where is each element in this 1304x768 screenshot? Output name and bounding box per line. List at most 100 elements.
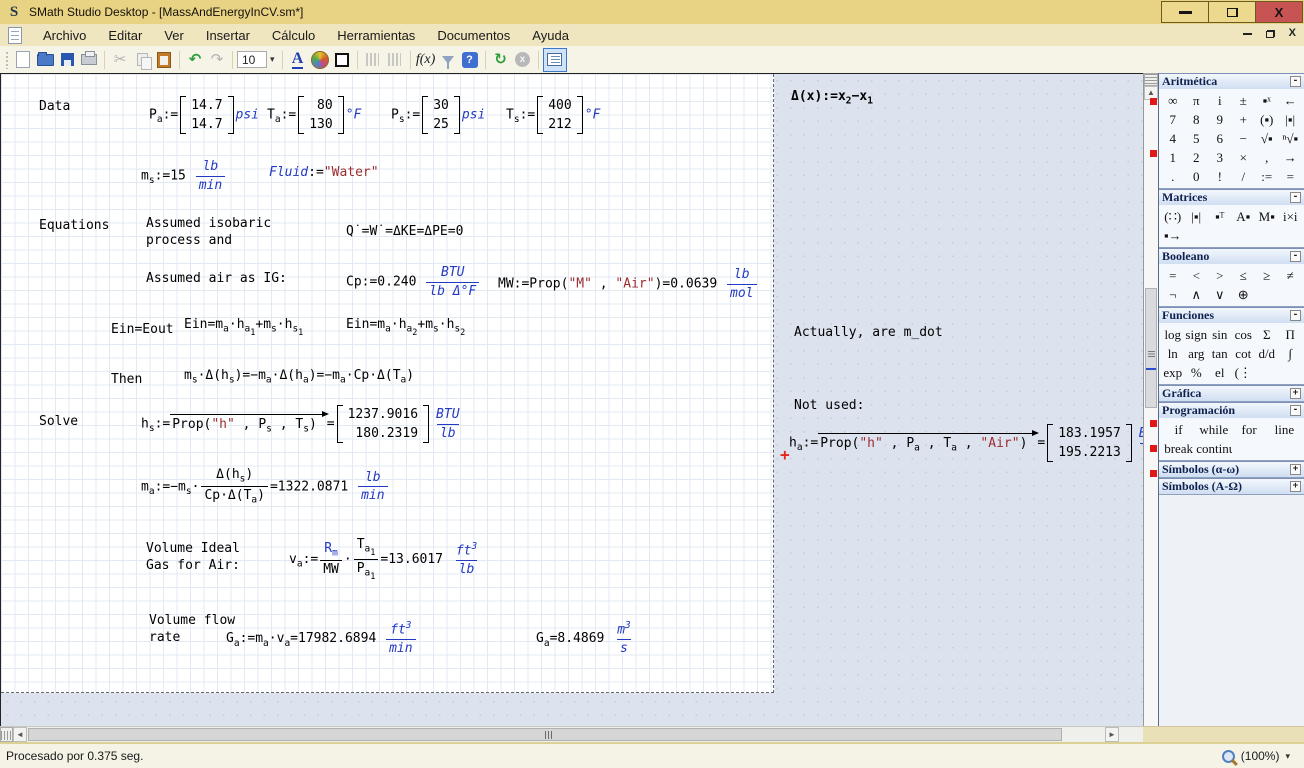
collapse-toggle[interactable]: - — [1290, 405, 1301, 416]
unit-filter-button[interactable] — [437, 49, 459, 71]
scroll-right-button[interactable]: ► — [1105, 727, 1119, 742]
palette-button[interactable]: continue — [1196, 439, 1231, 458]
formula-ga-si[interactable]: Ga=8.4869 m3s — [536, 620, 636, 657]
palette-button[interactable]: . — [1161, 167, 1185, 186]
palette-button[interactable]: ← — [1279, 91, 1303, 110]
text-actually[interactable]: Actually, are m_dot — [794, 324, 943, 342]
text-volume-flow-2[interactable]: rate — [149, 629, 180, 647]
panel-header-symbols-lower[interactable]: Símbolos (α-ω) + — [1159, 461, 1304, 477]
palette-button[interactable]: ± — [1232, 91, 1256, 110]
formula-Ts[interactable]: Ts:=400212°F — [506, 96, 600, 134]
formula-ein-1[interactable]: Ein=ma·ha1+ms·hs1 — [184, 316, 303, 339]
palette-button[interactable]: i — [1208, 91, 1232, 110]
menu-item[interactable]: Herramientas — [326, 26, 426, 45]
expand-toggle[interactable]: + — [1290, 464, 1301, 475]
toggle-panels-button[interactable] — [543, 48, 567, 72]
save-button[interactable] — [56, 49, 78, 71]
menu-item[interactable]: Insertar — [195, 26, 261, 45]
redo-button[interactable]: ↷ — [206, 49, 228, 71]
palette-button[interactable]: line — [1267, 420, 1302, 439]
menu-item[interactable]: Cálculo — [261, 26, 326, 45]
palette-button[interactable]: − — [1232, 129, 1256, 148]
palette-button[interactable]: break — [1161, 439, 1196, 458]
palette-button[interactable]: = — [1161, 266, 1185, 285]
vertical-scroll-thumb[interactable] — [1145, 288, 1157, 408]
formula-delta-def[interactable]: Δ(x):=x2−x1 — [791, 88, 873, 108]
print-button[interactable] — [78, 49, 100, 71]
worksheet-canvas[interactable]: + DataPa:=14.714.7psiTa:=80130°FPs:=3025… — [0, 73, 1143, 726]
palette-button[interactable]: tan — [1208, 344, 1232, 363]
palette-button[interactable]: ⊕ — [1232, 285, 1256, 304]
palette-button[interactable]: A▪ — [1232, 207, 1256, 226]
open-button[interactable] — [34, 49, 56, 71]
align-horizontal-button[interactable] — [362, 49, 384, 71]
panel-header-symbols-upper[interactable]: Símbolos (A-Ω) + — [1159, 478, 1304, 494]
reference-button[interactable]: ? — [459, 49, 481, 71]
copy-button[interactable] — [131, 49, 153, 71]
palette-button[interactable]: 9 — [1208, 110, 1232, 129]
formula-then[interactable]: ms·Δ(hs)=−ma·Δ(ha)=−ma·Cp·Δ(Ta) — [184, 367, 414, 387]
palette-button[interactable]: while — [1196, 420, 1231, 439]
cut-button[interactable]: ✂ — [109, 49, 131, 71]
panel-header-arithmetic[interactable]: Aritmética - — [1159, 73, 1304, 89]
menu-item[interactable]: Documentos — [426, 26, 521, 45]
formula-mw[interactable]: MW:=Prop("M" , "Air")=0.0639 lbmol — [498, 266, 759, 302]
palette-button[interactable]: := — [1255, 167, 1279, 186]
text-not-used[interactable]: Not used: — [794, 397, 864, 415]
palette-button[interactable]: ▪ˣ — [1255, 91, 1279, 110]
text-then[interactable]: Then — [111, 371, 142, 389]
palette-button[interactable]: → — [1279, 148, 1303, 167]
mdi-restore-icon[interactable] — [1266, 30, 1275, 38]
palette-button[interactable]: ∨ — [1208, 285, 1232, 304]
palette-button[interactable]: ∞ — [1161, 91, 1185, 110]
function-button[interactable]: f(x) — [415, 49, 437, 71]
formula-ein-2[interactable]: Ein=ma·ha2+ms·hs2 — [346, 316, 465, 339]
formula-ga[interactable]: Ga:=ma·va=17982.6894 ft3min — [226, 620, 418, 657]
collapse-toggle[interactable]: - — [1290, 192, 1301, 203]
palette-button[interactable]: ∫ — [1279, 344, 1303, 363]
palette-button[interactable]: 2 — [1185, 148, 1209, 167]
palette-button[interactable]: log — [1161, 325, 1185, 344]
palette-button[interactable]: > — [1208, 266, 1232, 285]
formula-Ps[interactable]: Ps:=3025psi — [391, 96, 485, 134]
formula-ma[interactable]: ma:=−ms·Δ(hs)Cp·Δ(Ta)=1322.0871 lbmin — [141, 466, 390, 508]
palette-button[interactable]: ▪ᵀ — [1208, 207, 1232, 226]
label-solve[interactable]: Solve — [39, 413, 78, 431]
palette-button[interactable]: i×i — [1279, 207, 1303, 226]
palette-button[interactable]: arg — [1185, 344, 1209, 363]
restore-button[interactable] — [1208, 1, 1256, 23]
zoom-caret-icon[interactable]: ▾ — [1285, 751, 1290, 762]
palette-button[interactable]: (∷) — [1161, 207, 1185, 226]
magnifier-icon[interactable] — [1222, 750, 1235, 763]
formula-Ta[interactable]: Ta:=80130°F — [267, 96, 361, 134]
palette-button[interactable]: Σ — [1255, 325, 1279, 344]
palette-button[interactable]: = — [1279, 167, 1303, 186]
mdi-minimize-icon[interactable] — [1243, 33, 1252, 35]
horizontal-scrollbar[interactable]: ◄ ► — [0, 726, 1143, 742]
expand-toggle[interactable]: + — [1290, 481, 1301, 492]
palette-button[interactable]: cot — [1232, 344, 1256, 363]
collapse-toggle[interactable]: - — [1290, 251, 1301, 262]
palette-button[interactable]: ln — [1161, 344, 1185, 363]
collapse-toggle[interactable]: - — [1290, 76, 1301, 87]
palette-button[interactable]: < — [1185, 266, 1209, 285]
document-icon[interactable] — [8, 27, 22, 44]
palette-button[interactable]: ⁿ√▪ — [1279, 129, 1303, 148]
menu-item[interactable]: Ayuda — [521, 26, 580, 45]
expand-toggle[interactable]: + — [1290, 388, 1301, 399]
panel-header-plot[interactable]: Gráfica + — [1159, 385, 1304, 401]
palette-button[interactable]: (▪) — [1255, 110, 1279, 129]
palette-button[interactable]: sign — [1185, 325, 1209, 344]
formula-ha[interactable]: ha:=Prop("h" , Pa , Ta , "Air")=183.1957… — [789, 424, 1143, 462]
palette-button[interactable]: / — [1232, 167, 1256, 186]
palette-button[interactable]: el — [1208, 363, 1232, 382]
palette-button[interactable]: sin — [1208, 325, 1232, 344]
palette-button[interactable]: 3 — [1208, 148, 1232, 167]
palette-button[interactable]: ▪→ — [1161, 226, 1185, 245]
menu-item[interactable]: Archivo — [32, 26, 97, 45]
label-equations[interactable]: Equations — [39, 217, 109, 235]
close-button[interactable]: X — [1255, 1, 1303, 23]
palette-button[interactable]: 5 — [1185, 129, 1209, 148]
palette-button[interactable]: 8 — [1185, 110, 1209, 129]
panel-header-functions[interactable]: Funciones - — [1159, 307, 1304, 323]
